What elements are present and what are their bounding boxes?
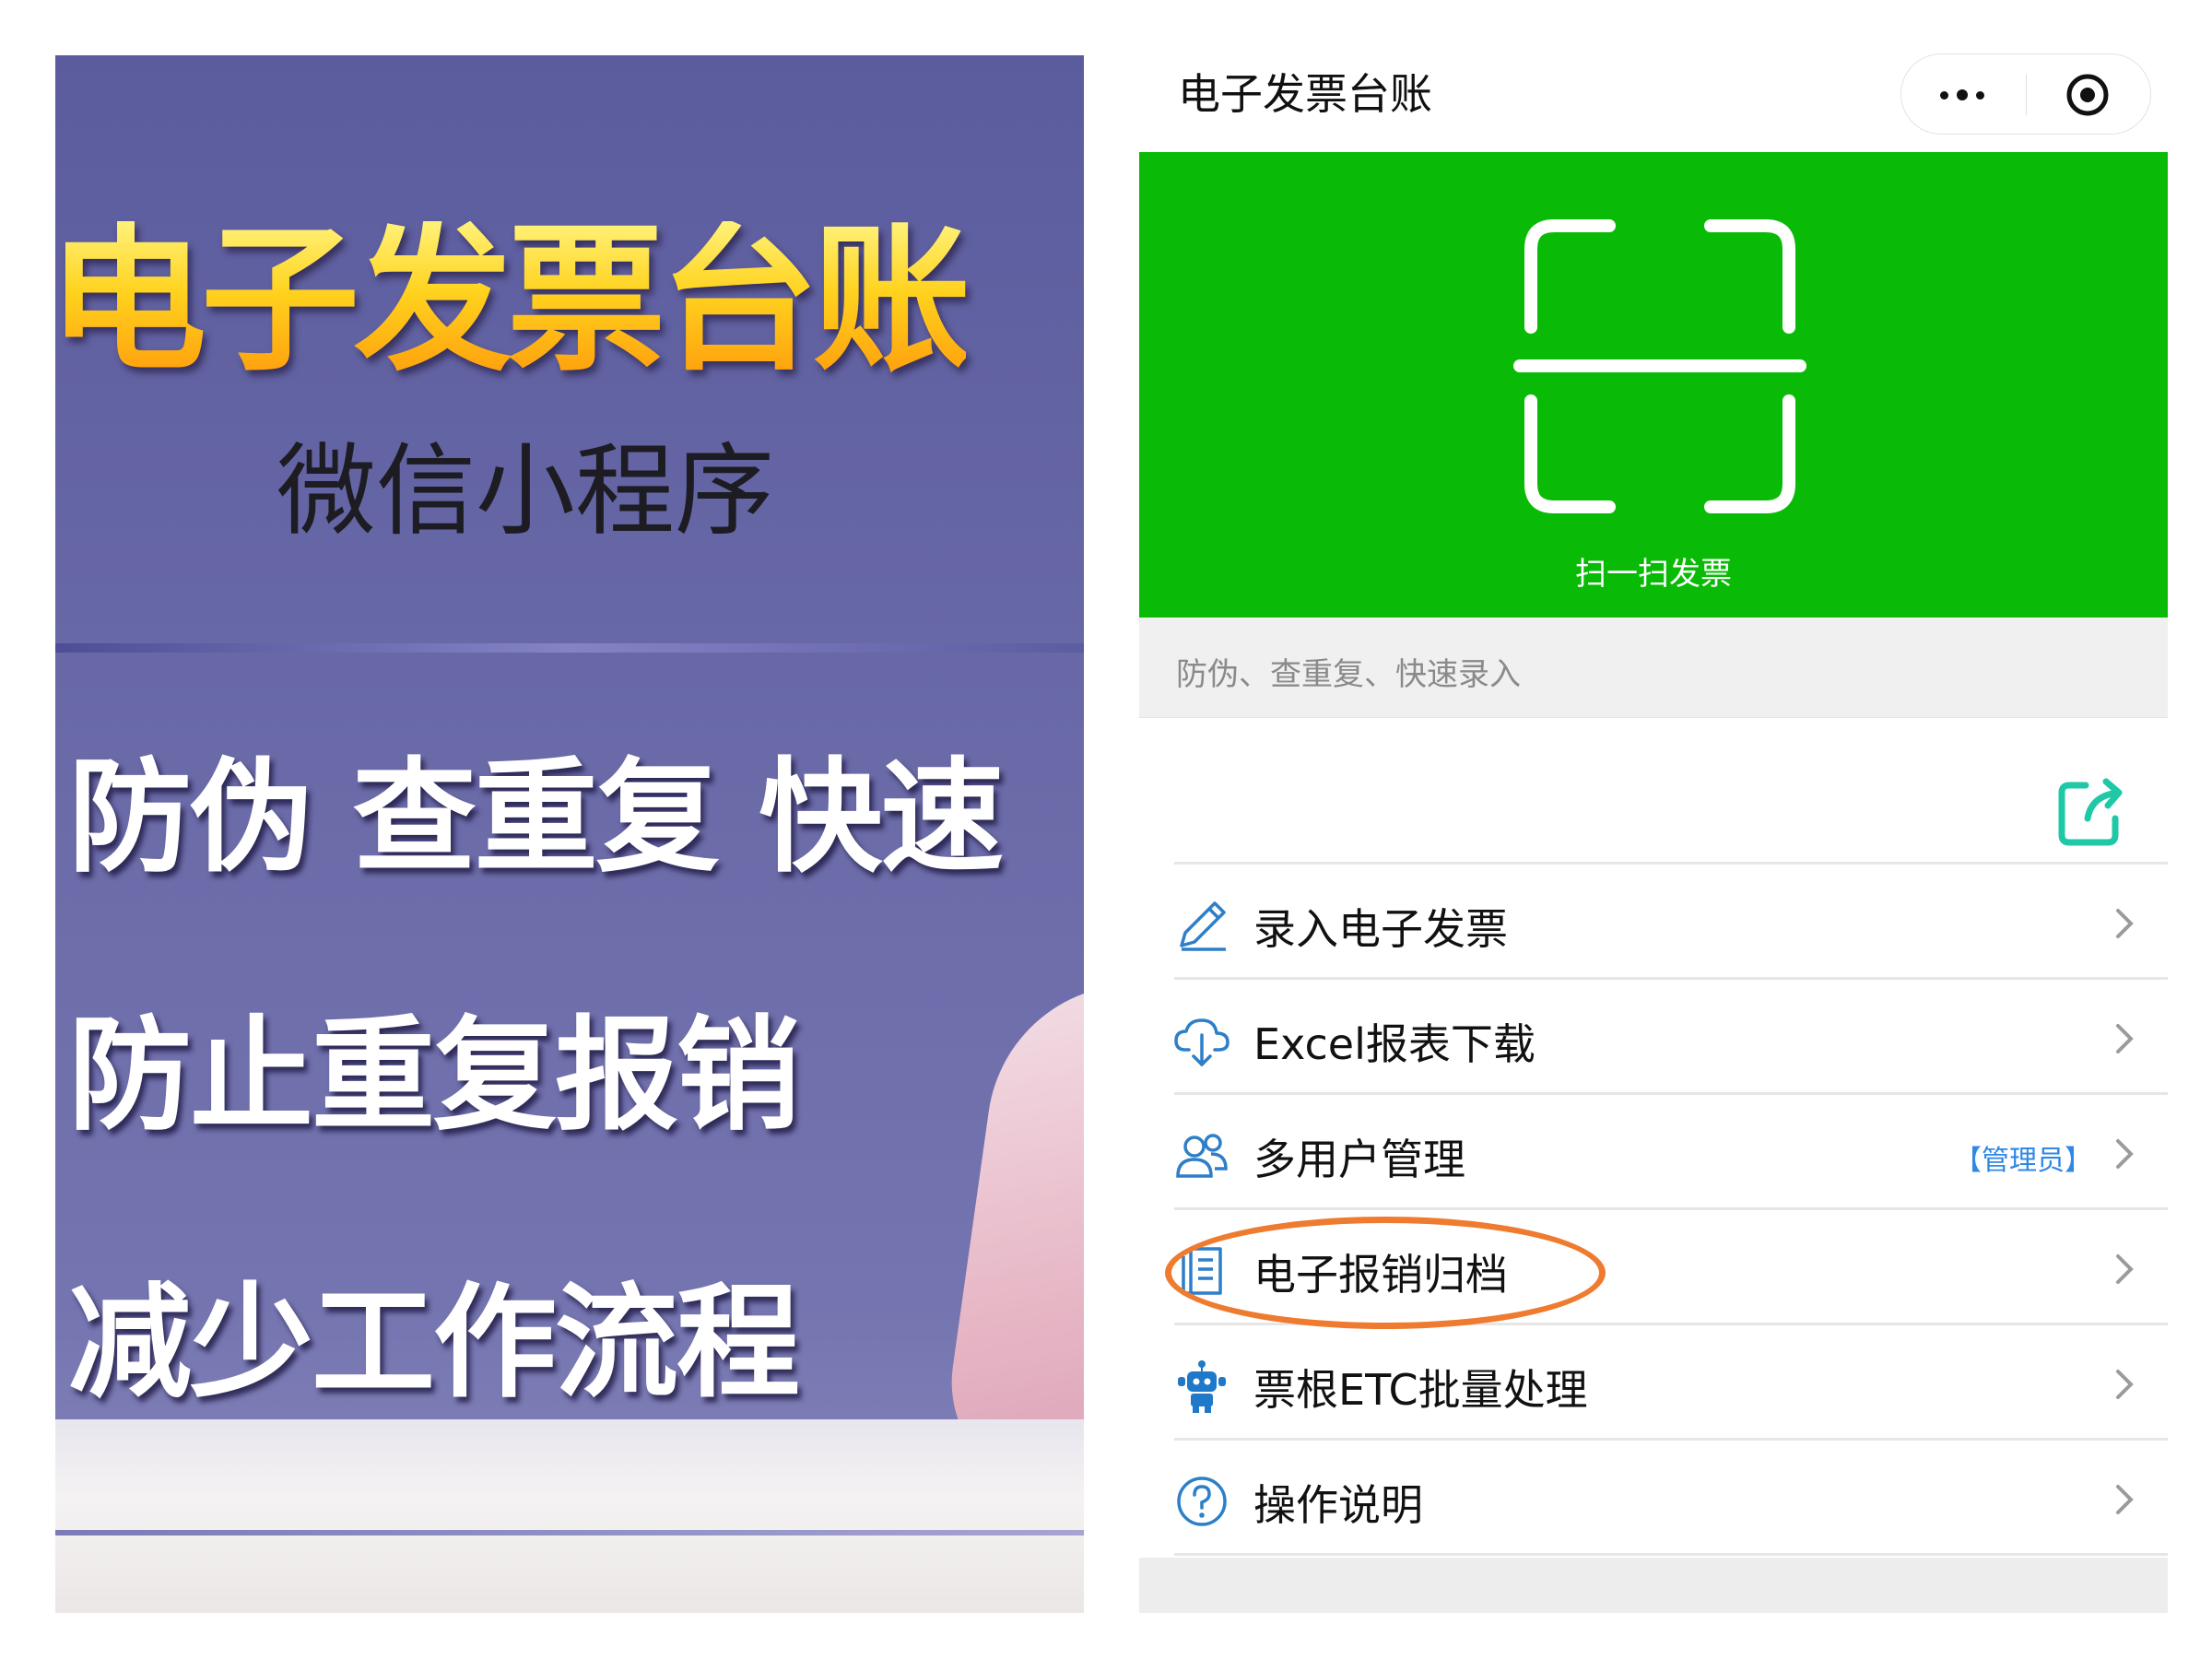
scan-label: 扫一扫发票 bbox=[1575, 556, 1732, 593]
menu-item-excel-download[interactable]: Excel报表下载 bbox=[1174, 977, 2168, 1092]
users-icon bbox=[1176, 1134, 1228, 1178]
menu-item-label: 票根ETC批量处理 bbox=[1253, 1365, 1588, 1415]
page-title: 电子发票台账 bbox=[1178, 69, 1432, 119]
scan-invoice-button[interactable]: 扫一扫发票 bbox=[1139, 152, 2168, 618]
chevron-right-icon bbox=[2116, 1254, 2134, 1284]
tagline: 防伪、查重复、快速录入 bbox=[1176, 656, 1521, 693]
archive-document-icon bbox=[1182, 1247, 1222, 1295]
bottom-area bbox=[1139, 1558, 2168, 1613]
promo-desk bbox=[55, 1419, 1084, 1613]
share-icon[interactable] bbox=[2056, 774, 2126, 848]
robot-icon bbox=[1178, 1360, 1226, 1413]
chevron-right-icon bbox=[2116, 1024, 2134, 1053]
promo-line-2: 防止重复报销 bbox=[68, 1004, 800, 1147]
capsule-menu bbox=[1900, 53, 2151, 135]
pencil-icon bbox=[1180, 901, 1226, 951]
mini-program-screen: 电子发票台账 扫一扫发票 防伪、查重复、快速录入 录入电子发票 Excel报表下… bbox=[1139, 37, 2168, 1613]
menu-item-help[interactable]: 操作说明 bbox=[1174, 1438, 2168, 1553]
target-close-icon[interactable] bbox=[2065, 73, 2110, 117]
tagline-bar: 防伪、查重复、快速录入 bbox=[1139, 618, 2168, 718]
capsule-separator bbox=[2026, 75, 2027, 115]
menu-item-label: Excel报表下载 bbox=[1253, 1019, 1535, 1069]
menu-list: 录入电子发票 Excel报表下载 多用户管理 【管理员】 电子报销归档 票根ET… bbox=[1174, 862, 2168, 1556]
menu-item-label: 操作说明 bbox=[1253, 1480, 1423, 1530]
promo-banner: 电子发票台账 微信小程序 防伪 查重复 快速 防止重复报销 减少工作流程 bbox=[55, 55, 1084, 1613]
chevron-right-icon bbox=[2116, 909, 2134, 938]
promo-line-1: 防伪 查重复 快速 bbox=[68, 746, 1004, 889]
promo-line-3: 减少工作流程 bbox=[68, 1271, 800, 1415]
promo-divider bbox=[55, 643, 1084, 653]
menu-item-label: 多用户管理 bbox=[1253, 1135, 1465, 1184]
cloud-download-icon bbox=[1174, 1018, 1230, 1066]
chevron-right-icon bbox=[2116, 1370, 2134, 1399]
chevron-right-icon bbox=[2116, 1485, 2134, 1514]
chevron-right-icon bbox=[2116, 1139, 2134, 1169]
menu-bottom-divider bbox=[1174, 1553, 2168, 1556]
menu-item-enter-invoice[interactable]: 录入电子发票 bbox=[1174, 862, 2168, 977]
promo-title: 电子发票台账 bbox=[55, 221, 971, 380]
menu-item-label: 电子报销归档 bbox=[1253, 1250, 1508, 1300]
menu-item-label: 录入电子发票 bbox=[1253, 904, 1508, 954]
help-circle-icon bbox=[1177, 1477, 1227, 1526]
promo-subtitle: 微信小程序 bbox=[276, 434, 775, 549]
menu-item-etc-batch[interactable]: 票根ETC批量处理 bbox=[1174, 1323, 2168, 1438]
menu-item-multi-user[interactable]: 多用户管理 【管理员】 bbox=[1174, 1092, 2168, 1207]
scan-frame-icon bbox=[1513, 219, 1806, 513]
more-dots-icon[interactable] bbox=[1936, 54, 1992, 135]
menu-item-reimbursement-archive[interactable]: 电子报销归档 bbox=[1174, 1207, 2168, 1323]
admin-tag: 【管理员】 bbox=[1954, 1145, 2092, 1177]
promo-desk-line bbox=[55, 1530, 1084, 1535]
nav-bar: 电子发票台账 bbox=[1139, 37, 2168, 152]
